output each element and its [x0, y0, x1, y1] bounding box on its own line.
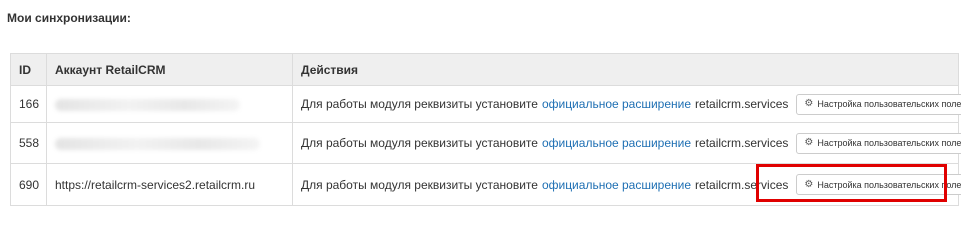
blurred-account: [55, 98, 240, 111]
custom-fields-button[interactable]: ⚙ Настройка пользовательских полей: [796, 93, 961, 115]
row-account: [46, 85, 293, 123]
header-id: ID: [10, 53, 47, 86]
section-title: Мои синхронизации:: [7, 11, 131, 25]
action-text: Для работы модуля реквизиты установите: [301, 136, 538, 150]
action-suffix: retailcrm.services: [695, 177, 789, 192]
header-account: Аккаунт RetailCRM: [46, 53, 293, 86]
gears-icon: ⚙: [804, 98, 814, 109]
page: Мои синхронизации: ID Аккаунт RetailCRM …: [0, 0, 961, 223]
row-actions: Для работы модуля реквизиты установите о…: [292, 122, 961, 164]
row-id: 166: [10, 85, 47, 123]
row-id: 558: [10, 122, 47, 164]
extension-link[interactable]: официальное расширение: [542, 178, 691, 192]
gears-icon: ⚙: [804, 178, 814, 190]
table-header-row: ID Аккаунт RetailCRM Действия: [10, 53, 959, 86]
extension-link[interactable]: официальное расширение: [542, 136, 691, 150]
blurred-account: [55, 137, 260, 150]
custom-fields-button-label: Настройка пользовательских полей: [817, 99, 961, 109]
row-actions: Для работы модуля реквизиты установите о…: [292, 85, 961, 123]
gears-icon: ⚙: [804, 137, 814, 148]
action-text: Для работы модуля реквизиты установите: [301, 97, 538, 111]
row-account: https://retailcrm-services2.retailcrm.ru: [46, 163, 293, 206]
extension-link[interactable]: официальное расширение: [542, 97, 691, 111]
custom-fields-button[interactable]: ⚙ Настройка пользовательских полей: [796, 174, 961, 195]
action-suffix: retailcrm.services: [695, 136, 789, 150]
custom-fields-button[interactable]: ⚙ Настройка пользовательских полей: [796, 132, 961, 154]
table-row: 558 Для работы модуля реквизиты установи…: [10, 122, 961, 164]
row-account: [46, 122, 293, 164]
sync-table: ID Аккаунт RetailCRM Действия 166 Для ра…: [10, 53, 961, 206]
custom-fields-button-label: Настройка пользовательских полей: [817, 138, 961, 148]
action-suffix: retailcrm.services: [695, 97, 789, 111]
header-actions: Действия: [292, 53, 959, 86]
row-id: 690: [10, 163, 47, 206]
action-text: Для работы модуля реквизиты установите: [301, 177, 538, 192]
table-row: 690 https://retailcrm-services2.retailcr…: [10, 163, 961, 206]
row-actions: Для работы модуля реквизиты установите о…: [292, 163, 961, 206]
custom-fields-button-label: Настройка пользовательских полей: [817, 179, 961, 190]
table-row: 166 Для работы модуля реквизиты установи…: [10, 85, 961, 123]
